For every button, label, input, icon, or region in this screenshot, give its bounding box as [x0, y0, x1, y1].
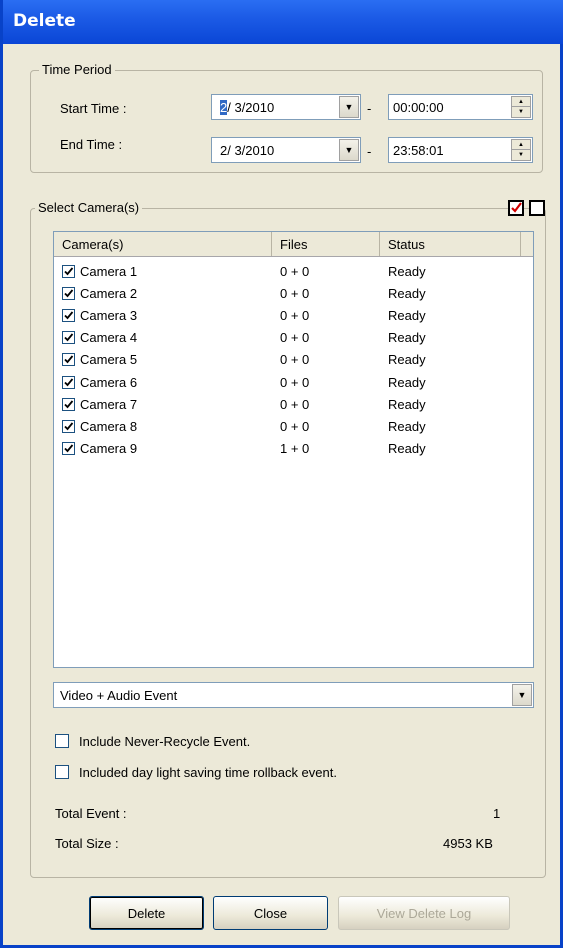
delete-dialog: Delete Time Period Start Time : End Time…: [0, 0, 563, 948]
start-date-picker[interactable]: 2/ 3/2010 ▼: [211, 94, 361, 120]
event-type-value: Video + Audio Event: [60, 688, 178, 703]
camera-status: Ready: [388, 330, 426, 346]
column-files[interactable]: Files: [272, 232, 380, 256]
camera-checkbox[interactable]: [62, 353, 75, 367]
camera-files: 1 + 0: [280, 440, 310, 456]
camera-name: Camera 2: [80, 286, 138, 302]
camera-status: Ready: [388, 286, 426, 302]
table-row[interactable]: Camera 6 0 + 0 Ready: [54, 372, 533, 394]
end-time-value: 23:58:01: [393, 143, 444, 158]
total-size-label: Total Size :: [55, 836, 119, 851]
total-size-value: 4953 KB: [443, 836, 493, 851]
chevron-down-icon: ▼: [344, 145, 354, 155]
camera-checkbox[interactable]: [62, 331, 75, 345]
check-all-icon[interactable]: [508, 200, 524, 216]
delete-button[interactable]: Delete: [89, 896, 204, 930]
end-time-label: End Time :: [60, 137, 123, 152]
start-date-dropdown-button[interactable]: ▼: [339, 96, 359, 118]
camera-name: Camera 9: [80, 440, 138, 456]
camera-checkbox[interactable]: [62, 265, 75, 278]
camera-checkbox[interactable]: [62, 375, 75, 389]
end-date-picker[interactable]: 2/ 3/2010 ▼: [211, 137, 361, 163]
column-status[interactable]: Status: [380, 232, 521, 256]
camera-files: 0 + 0: [280, 308, 310, 324]
end-date-dropdown-button[interactable]: ▼: [339, 139, 359, 161]
start-time-spinner[interactable]: ▲ ▼: [511, 96, 531, 118]
camera-files: 0 + 0: [280, 286, 310, 302]
camera-name: Camera 7: [80, 396, 138, 412]
camera-name: Camera 6: [80, 374, 138, 390]
end-dash: -: [367, 144, 372, 159]
total-event-label: Total Event :: [55, 806, 127, 821]
table-row[interactable]: Camera 8 0 + 0 Ready: [54, 416, 533, 438]
camera-files: 0 + 0: [280, 264, 310, 279]
table-row[interactable]: Camera 7 0 + 0 Ready: [54, 394, 533, 416]
camera-status: Ready: [388, 308, 426, 324]
start-time-label: Start Time :: [60, 101, 127, 116]
end-date-value: 2/ 3/2010: [220, 143, 275, 158]
close-button[interactable]: Close: [213, 896, 328, 930]
camera-files: 0 + 0: [280, 330, 310, 346]
never-recycle-label[interactable]: Include Never-Recycle Event.: [79, 734, 250, 749]
spin-up-icon[interactable]: ▲: [512, 140, 530, 150]
camera-name: Camera 5: [80, 352, 138, 368]
table-row[interactable]: Camera 4 0 + 0 Ready: [54, 327, 533, 349]
total-event-value: 1: [493, 806, 501, 821]
camera-checkbox[interactable]: [62, 397, 75, 411]
start-time-value: 00:00:00: [393, 100, 444, 115]
camera-status: Ready: [388, 440, 426, 456]
camera-name: Camera 8: [80, 418, 138, 434]
event-type-dropdown-button[interactable]: ▼: [512, 684, 532, 706]
time-period-label: Time Period: [39, 62, 115, 77]
camera-list[interactable]: Camera(s) Files Status Camera 1 0 + 0 Read…: [53, 231, 534, 668]
start-date-rest: / 3/2010: [227, 100, 275, 115]
end-time-field[interactable]: 23:58:01 ▲ ▼: [388, 137, 533, 163]
camera-files: 0 + 0: [280, 374, 310, 390]
table-row[interactable]: Camera 2 0 + 0 Ready: [54, 283, 533, 305]
start-dash: -: [367, 101, 372, 116]
column-camera[interactable]: Camera(s): [54, 232, 272, 256]
camera-name: Camera 3: [80, 308, 138, 324]
camera-status: Ready: [388, 418, 426, 434]
window-title: Delete: [13, 11, 76, 31]
camera-list-header: Camera(s) Files Status: [54, 232, 533, 257]
uncheck-all-icon[interactable]: [529, 200, 545, 216]
dst-rollback-label[interactable]: Included day light saving time rollback …: [79, 765, 337, 780]
spin-down-icon[interactable]: ▼: [512, 150, 530, 160]
spin-up-icon[interactable]: ▲: [512, 97, 530, 107]
camera-status: Ready: [388, 374, 426, 390]
view-delete-log-button[interactable]: View Delete Log: [338, 896, 510, 930]
camera-files: 0 + 0: [280, 396, 310, 412]
table-row[interactable]: Camera 5 0 + 0 Ready: [54, 349, 533, 371]
camera-name: Camera 4: [80, 330, 138, 346]
event-type-select[interactable]: Video + Audio Event ▼: [53, 682, 534, 708]
select-cameras-label: Select Camera(s): [35, 200, 143, 215]
camera-files: 0 + 0: [280, 352, 310, 368]
camera-checkbox[interactable]: [62, 441, 75, 455]
table-row[interactable]: Camera 3 0 + 0 Ready: [54, 305, 533, 327]
start-time-field[interactable]: 00:00:00 ▲ ▼: [388, 94, 533, 120]
end-time-spinner[interactable]: ▲ ▼: [511, 139, 531, 161]
never-recycle-checkbox[interactable]: [55, 734, 69, 748]
table-row[interactable]: Camera 1 0 + 0 Ready: [54, 261, 533, 283]
camera-files: 0 + 0: [280, 418, 310, 434]
table-row[interactable]: Camera 9 1 + 0 Ready: [54, 438, 533, 460]
camera-checkbox[interactable]: [62, 419, 75, 433]
camera-checkbox[interactable]: [62, 309, 75, 323]
spin-down-icon[interactable]: ▼: [512, 107, 530, 117]
camera-status: Ready: [388, 396, 426, 412]
chevron-down-icon: ▼: [517, 690, 527, 700]
camera-status: Ready: [388, 352, 426, 368]
camera-name: Camera 1: [80, 264, 138, 279]
camera-checkbox[interactable]: [62, 287, 75, 301]
camera-status: Ready: [388, 264, 426, 279]
dst-rollback-checkbox[interactable]: [55, 765, 69, 779]
chevron-down-icon: ▼: [344, 102, 354, 112]
title-bar[interactable]: Delete: [3, 0, 563, 44]
